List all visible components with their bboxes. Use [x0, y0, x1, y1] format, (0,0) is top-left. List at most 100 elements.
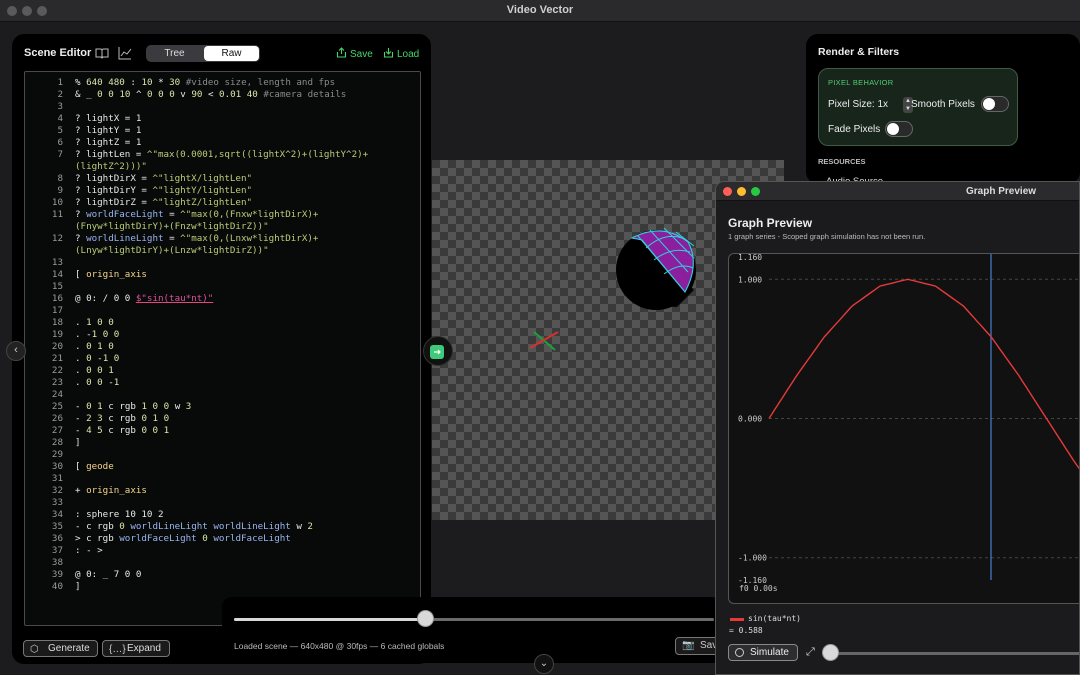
code-line[interactable]: 17 — [25, 305, 420, 317]
code-text: : - > — [75, 545, 103, 556]
code-line[interactable]: 18 . 1 0 0 — [25, 317, 420, 329]
cube-icon: ⬡ — [30, 644, 39, 655]
code-line[interactable]: (lightZ^2)))" — [25, 161, 420, 173]
code-text: @ 0: / 0 0 $"sin(tau*nt)" — [75, 293, 214, 304]
line-number: 28 — [51, 437, 63, 448]
code-line[interactable]: 24 — [25, 389, 420, 401]
code-line[interactable]: 16 @ 0: / 0 0 $"sin(tau*nt)" — [25, 293, 420, 305]
code-line[interactable]: 31 — [25, 473, 420, 485]
tab-raw[interactable]: Raw — [204, 46, 259, 61]
code-line[interactable]: 5 ? lightY = 1 — [25, 125, 420, 137]
chart-icon[interactable] — [118, 46, 132, 60]
code-line[interactable]: 35 - c rgb 0 worldLineLight worldLineLigh… — [25, 521, 420, 533]
export-button[interactable] — [423, 336, 453, 366]
code-line[interactable]: 27 - 4 5 c rgb 0 0 1 — [25, 425, 420, 437]
code-line[interactable]: 29 — [25, 449, 420, 461]
code-text: - 0 1 c rgb 1 0 0 w 3 — [75, 401, 192, 412]
line-number: 3 — [57, 101, 63, 112]
smooth-pixels-toggle[interactable] — [981, 96, 1009, 112]
line-number: 36 — [51, 533, 63, 544]
tab-tree[interactable]: Tree — [147, 46, 202, 61]
line-number: 2 — [57, 89, 63, 100]
load-button[interactable]: Load — [383, 47, 419, 61]
code-line[interactable]: 28] — [25, 437, 420, 449]
code-text: . 0 0 -1 — [75, 377, 120, 388]
code-line[interactable]: 7 ? lightLen = ^"max(0.0001,sqrt((lightX^… — [25, 149, 420, 161]
code-text: (Fnyw*lightDirY)+(Fnzw*lightDirZ))" — [75, 221, 269, 232]
line-number: 19 — [51, 329, 63, 340]
frame-label: f0 0.00s — [739, 584, 778, 593]
collapse-bottom-button[interactable]: ⌄ — [534, 654, 554, 674]
fade-pixels-toggle[interactable] — [885, 121, 913, 137]
code-text: (lightZ^2)))" — [75, 161, 147, 172]
line-number: 15 — [51, 281, 63, 292]
code-line[interactable]: 39 @ 0: _ 7 0 0 — [25, 569, 420, 581]
code-editor[interactable]: 1 % 640 480 : 10 * 30 #video size, length… — [24, 71, 421, 626]
code-line[interactable]: 26 - 2 3 c rgb 0 1 0 — [25, 413, 420, 425]
code-line[interactable]: 10 ? lightDirZ = ^"lightZ/lightLen" — [25, 197, 420, 209]
code-line[interactable]: 23 . 0 0 -1 — [25, 377, 420, 389]
pixel-behavior-group: PIXEL BEHAVIOR Pixel Size: 1x ▲ ▼ Smooth … — [818, 68, 1018, 146]
legend-swatch — [730, 618, 744, 621]
code-line[interactable]: 38 — [25, 557, 420, 569]
code-line[interactable]: 32 + origin_axis — [25, 485, 420, 497]
code-line[interactable]: 30 [ geode — [25, 461, 420, 473]
timeline-scrubber[interactable] — [417, 610, 434, 627]
graph-chart[interactable]: 1.160 1.000 0.000 -1.000 -1.160 f0 0.00s — [728, 253, 1079, 604]
code-line[interactable]: 13 — [25, 257, 420, 269]
y-tick-label: -1.000 — [738, 554, 767, 563]
code-line[interactable]: 36 > c rgb worldFaceLight 0 worldFaceLigh… — [25, 533, 420, 545]
generate-button[interactable]: ⬡ Generate — [23, 640, 98, 657]
graph-close-button[interactable] — [723, 187, 732, 196]
code-line[interactable]: 2 & _ 0 0 10 ^ 0 0 0 v 90 < 0.01 40 #came… — [25, 89, 420, 101]
save-label: Save — [350, 48, 373, 60]
code-line[interactable]: 9 ? lightDirY = ^"lightY/lightLen" — [25, 185, 420, 197]
code-line[interactable]: 8 ? lightDirX = ^"lightX/lightLen" — [25, 173, 420, 185]
code-line[interactable]: 37: - > — [25, 545, 420, 557]
code-text: ? lightLen = ^"max(0.0001,sqrt((lightX^2… — [75, 149, 369, 160]
code-line[interactable]: 34: sphere 10 10 2 — [25, 509, 420, 521]
graph-time-scrubber[interactable] — [822, 644, 839, 661]
window-titlebar: Video Vector — [0, 0, 1080, 22]
graph-minimize-button[interactable] — [737, 187, 746, 196]
code-text: [ origin_axis — [75, 269, 147, 280]
code-line[interactable]: 21 . 0 -1 0 — [25, 353, 420, 365]
line-number: 11 — [51, 209, 63, 220]
code-line[interactable]: 1 % 640 480 : 10 * 30 #video size, length… — [25, 77, 420, 89]
line-number: 24 — [51, 389, 63, 400]
collapse-left-button[interactable]: ‹ — [6, 341, 26, 361]
save-button[interactable]: Save — [336, 47, 373, 61]
line-number: 40 — [51, 581, 63, 592]
code-line[interactable]: 33 — [25, 497, 420, 509]
code-line[interactable]: (Fnyw*lightDirY)+(Fnzw*lightDirZ))" — [25, 221, 420, 233]
code-text: - c rgb 0 worldLineLight worldLineLight … — [75, 521, 313, 532]
code-line[interactable]: 4 ? lightX = 1 — [25, 113, 420, 125]
graph-window-titlebar: Graph Preview — [716, 182, 1079, 201]
graph-zoom-button[interactable] — [751, 187, 760, 196]
app-title: Video Vector — [506, 4, 574, 16]
expand-button[interactable]: {…} Expand — [102, 640, 170, 657]
save-frame-button[interactable]: 📷 Save — [675, 637, 720, 655]
code-line[interactable]: 40] — [25, 581, 420, 593]
line-number: 34 — [51, 509, 63, 520]
code-line[interactable]: 12 ? worldLineLight = ^"max(0,(Lnxw*light… — [25, 233, 420, 245]
code-line[interactable]: 15 — [25, 281, 420, 293]
graph-time-track[interactable] — [828, 652, 1079, 655]
timeline-track[interactable] — [234, 618, 714, 621]
pixel-size-label: Pixel Size: 1x — [828, 99, 889, 110]
code-line[interactable]: 19 . -1 0 0 — [25, 329, 420, 341]
code-line[interactable]: 14 [ origin_axis — [25, 269, 420, 281]
code-line[interactable]: 20 . 0 1 0 — [25, 341, 420, 353]
code-line[interactable]: 22 . 0 0 1 — [25, 365, 420, 377]
expand-icon[interactable]: ⤢ — [806, 646, 815, 659]
line-number: 27 — [51, 425, 63, 436]
code-line[interactable]: 3 — [25, 101, 420, 113]
code-line[interactable]: 25 - 0 1 c rgb 1 0 0 w 3 — [25, 401, 420, 413]
y-tick-label: 0.000 — [738, 415, 762, 424]
code-line[interactable]: 6 ? lightZ = 1 — [25, 137, 420, 149]
book-icon[interactable] — [95, 46, 109, 60]
code-line[interactable]: 11 ? worldFaceLight = ^"max(0,(Fnxw*light… — [25, 209, 420, 221]
code-line[interactable]: (Lnyw*lightDirY)+(Lnzw*lightDirZ))" — [25, 245, 420, 257]
y-tick-label: 1.160 — [738, 254, 762, 262]
simulate-button[interactable]: Simulate — [728, 644, 798, 661]
